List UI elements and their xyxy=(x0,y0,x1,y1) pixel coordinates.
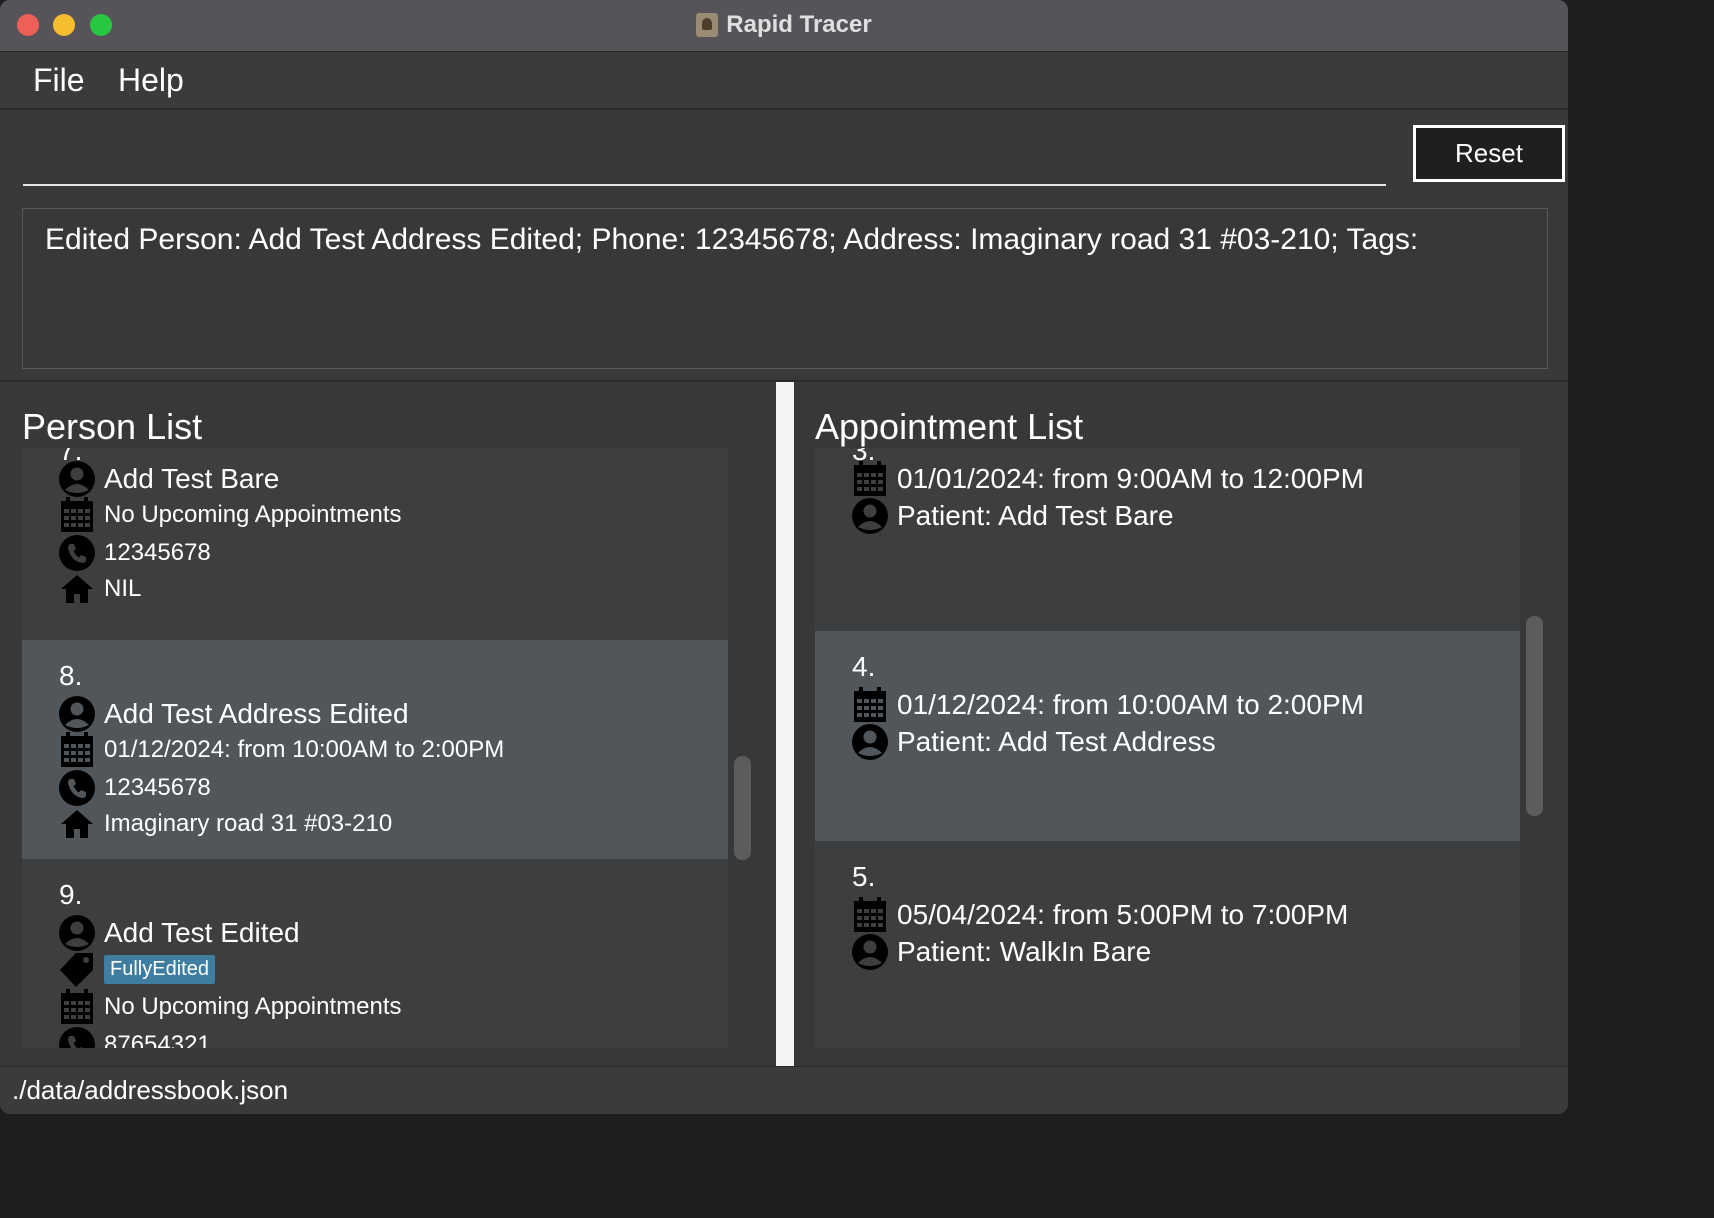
person-phone-row: 12345678 xyxy=(58,535,211,571)
person-name-row: Add Test Edited xyxy=(58,915,300,951)
person-icon xyxy=(851,723,889,761)
window-title: Rapid Tracer xyxy=(726,11,872,38)
appointment-patient-row: Patient: WalkIn Bare xyxy=(851,934,1151,970)
appointment-card-index: 5. xyxy=(852,861,876,892)
appointment-patient: Patient: Add Test Bare xyxy=(897,500,1174,531)
phone-icon xyxy=(58,534,96,572)
person-name: Add Test Address Edited xyxy=(104,698,409,729)
appointment-card-selected[interactable]: 4. 01/12/2024: from 10:00AM to 2:00PM Pa… xyxy=(815,631,1520,841)
person-icon xyxy=(851,933,889,971)
command-input[interactable] xyxy=(23,128,1386,186)
person-name-row: Add Test Bare xyxy=(58,461,279,497)
appointment-time: 01/12/2024: from 10:00AM to 2:00PM xyxy=(897,689,1364,720)
person-card-index: 9. xyxy=(59,879,83,910)
person-appointment: No Upcoming Appointments xyxy=(104,501,402,528)
person-card[interactable]: 9. Add Test Edited FullyEdited No Upcomi… xyxy=(22,859,728,1048)
person-icon xyxy=(58,914,96,952)
menu-help[interactable]: Help xyxy=(118,62,184,99)
person-phone: 12345678 xyxy=(104,774,211,801)
appointment-time-row: 01/12/2024: from 10:00AM to 2:00PM xyxy=(851,687,1364,723)
appointment-time: 01/01/2024: from 9:00AM to 12:00PM xyxy=(897,463,1364,494)
window-title-wrap: Rapid Tracer xyxy=(0,11,1568,39)
list-panels: Person List Appointment List 7. Add Test… xyxy=(0,380,1568,1068)
phone-icon xyxy=(58,769,96,807)
appointment-time-row: 01/01/2024: from 9:00AM to 12:00PM xyxy=(851,461,1364,497)
appointment-time-row: 05/04/2024: from 5:00PM to 7:00PM xyxy=(851,897,1348,933)
split-divider[interactable] xyxy=(776,382,794,1068)
phone-icon xyxy=(58,1026,96,1048)
person-phone-row: 12345678 xyxy=(58,770,211,806)
person-appointment-row: 01/12/2024: from 10:00AM to 2:00PM xyxy=(58,732,504,768)
reset-button[interactable]: Reset xyxy=(1413,125,1565,182)
person-name: Add Test Edited xyxy=(104,917,300,948)
person-address-row: Imaginary road 31 #03-210 xyxy=(58,806,392,842)
app-icon xyxy=(696,13,719,37)
person-appointment-row: No Upcoming Appointments xyxy=(58,989,402,1025)
person-appointment: 01/12/2024: from 10:00AM to 2:00PM xyxy=(104,736,505,763)
calendar-icon xyxy=(58,496,96,534)
result-display[interactable]: Edited Person: Add Test Address Edited; … xyxy=(22,208,1548,369)
appointment-card[interactable]: 5. 05/04/2024: from 5:00PM to 7:00PM Pat… xyxy=(815,841,1520,1048)
person-icon xyxy=(58,460,96,498)
appointment-card-index: 4. xyxy=(852,651,876,682)
person-icon xyxy=(851,497,889,535)
tag-icon xyxy=(58,950,96,988)
result-text: Edited Person: Add Test Address Edited; … xyxy=(45,223,1419,256)
person-list-title: Person List xyxy=(22,406,203,447)
calendar-icon xyxy=(851,460,889,498)
appointment-list[interactable]: 3. 01/01/2024: from 9:00AM to 12:00PM Pa… xyxy=(815,448,1520,1048)
person-card[interactable]: 7. Add Test Bare No Upcoming Appointment… xyxy=(22,448,728,639)
calendar-icon xyxy=(58,988,96,1026)
tag-badge: FullyEdited xyxy=(104,954,215,984)
person-card-selected[interactable]: 8. Add Test Address Edited 01/12/2024: f… xyxy=(22,640,728,859)
title-bar: Rapid Tracer xyxy=(0,0,1568,52)
home-icon xyxy=(58,570,96,608)
command-box: Reset xyxy=(0,110,1568,200)
home-icon xyxy=(58,805,96,843)
appointment-card[interactable]: 3. 01/01/2024: from 9:00AM to 12:00PM Pa… xyxy=(815,448,1520,631)
person-list-scrollbar[interactable] xyxy=(734,756,751,860)
person-phone: 87654321 xyxy=(104,1031,211,1048)
person-tags-row: FullyEdited xyxy=(58,951,215,987)
appointment-list-scrollbar[interactable] xyxy=(1526,616,1543,816)
menu-file[interactable]: File xyxy=(33,62,85,99)
person-list[interactable]: 7. Add Test Bare No Upcoming Appointment… xyxy=(22,448,728,1048)
person-appointment-row: No Upcoming Appointments xyxy=(58,497,402,533)
menu-bar: File Help xyxy=(0,52,1568,110)
calendar-icon xyxy=(851,896,889,934)
app-window: Rapid Tracer File Help Reset Edited Pers… xyxy=(0,0,1568,1114)
appointment-patient-row: Patient: Add Test Bare xyxy=(851,498,1174,534)
appointment-list-title: Appointment List xyxy=(815,406,1084,447)
person-address: Imaginary road 31 #03-210 xyxy=(104,810,393,837)
appointment-patient-row: Patient: Add Test Address xyxy=(851,724,1216,760)
status-bar: ./data/addressbook.json xyxy=(0,1066,1568,1114)
person-phone: 12345678 xyxy=(104,539,211,566)
person-appointment: No Upcoming Appointments xyxy=(104,993,402,1020)
person-address-row: NIL xyxy=(58,571,141,607)
appointment-time: 05/04/2024: from 5:00PM to 7:00PM xyxy=(897,899,1349,930)
calendar-icon xyxy=(58,731,96,769)
person-icon xyxy=(58,695,96,733)
calendar-icon xyxy=(851,686,889,724)
appointment-patient: Patient: Add Test Address xyxy=(897,726,1216,757)
person-address: NIL xyxy=(104,575,142,602)
person-name-row: Add Test Address Edited xyxy=(58,696,409,732)
appointment-patient: Patient: WalkIn Bare xyxy=(897,936,1152,967)
person-card-index: 8. xyxy=(59,660,83,691)
save-location: ./data/addressbook.json xyxy=(12,1075,289,1105)
person-name: Add Test Bare xyxy=(104,463,280,494)
person-phone-row: 87654321 xyxy=(58,1027,211,1048)
